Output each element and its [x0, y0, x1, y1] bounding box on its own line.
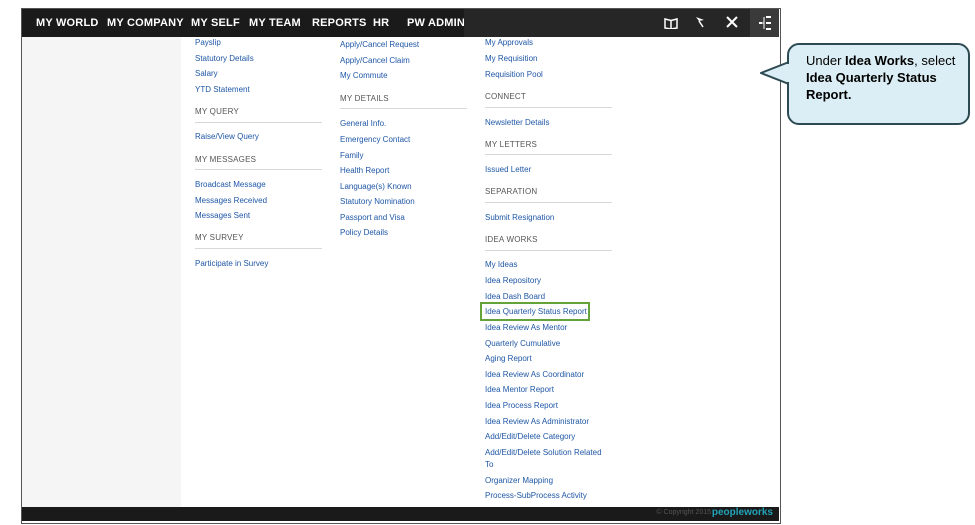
link-passport-and-visa[interactable]: Passport and Visa — [340, 213, 405, 222]
divider — [485, 154, 612, 155]
link-statutory-details[interactable]: Statutory Details — [195, 54, 254, 63]
link-policy-details[interactable]: Policy Details — [340, 228, 388, 237]
link-add-edit-delete-category[interactable]: Add/Edit/Delete Category — [485, 432, 575, 441]
top-nav: MY WORLD MY COMPANY MY SELF MY TEAM REPO… — [22, 9, 779, 37]
link-add-edit-delete-solution-related-to[interactable]: To — [485, 460, 493, 469]
link-emergency-contact[interactable]: Emergency Contact — [340, 135, 410, 144]
link-idea-repository[interactable]: Idea Repository — [485, 276, 541, 285]
divider — [485, 250, 612, 251]
link-raise-view-query[interactable]: Raise/View Query — [195, 132, 259, 141]
heading-connect: CONNECT — [485, 92, 526, 101]
link-my-approvals[interactable]: My Approvals — [485, 38, 533, 47]
heading-idea-works: IDEA WORKS — [485, 235, 538, 244]
nav-my-world[interactable]: MY WORLD — [36, 9, 99, 37]
nav-hr[interactable]: HR — [373, 9, 389, 37]
link-broadcast-message[interactable]: Broadcast Message — [195, 180, 266, 189]
copyright-text: © Copyright 2015 — [656, 509, 711, 516]
link-process-subprocess-activity[interactable]: Process-SubProcess Activity — [485, 491, 587, 500]
heading-my-letters: MY LETTERS — [485, 140, 538, 149]
link-participate-in-survey[interactable]: Participate in Survey — [195, 259, 268, 268]
link-quarterly-cumulative[interactable]: Quarterly Cumulative — [485, 339, 560, 348]
link-my-ideas[interactable]: My Ideas — [485, 260, 517, 269]
link-add-edit-delete-solution-related[interactable]: Add/Edit/Delete Solution Related — [485, 448, 602, 457]
nav-my-self[interactable]: MY SELF — [191, 9, 240, 37]
link-my-requisition[interactable]: My Requisition — [485, 54, 537, 63]
heading-my-details: MY DETAILS — [340, 94, 389, 103]
link-idea-dash-board[interactable]: Idea Dash Board — [485, 292, 545, 301]
link-aging-report[interactable]: Aging Report — [485, 354, 532, 363]
link-family[interactable]: Family — [340, 151, 364, 160]
callout-text-part: Under — [806, 53, 846, 68]
sitemap-icon[interactable] — [750, 9, 779, 37]
nav-icon-bar: ? — [464, 9, 779, 37]
book-icon[interactable] — [659, 9, 683, 37]
left-panel — [22, 37, 181, 507]
heading-my-messages: MY MESSAGES — [195, 155, 257, 164]
callout-bold-idea-works: Idea Works — [845, 53, 915, 68]
link-payslip[interactable]: Payslip — [195, 38, 221, 47]
divider — [485, 107, 612, 108]
link-idea-process-report[interactable]: Idea Process Report — [485, 401, 558, 410]
link-newsletter-details[interactable]: Newsletter Details — [485, 118, 549, 127]
link-apply-cancel-request[interactable]: Apply/Cancel Request — [340, 40, 419, 49]
callout-box: Under Idea Works, select Idea Quarterly … — [787, 43, 970, 125]
link-health-report[interactable]: Health Report — [340, 166, 389, 175]
link-issued-letter[interactable]: Issued Letter — [485, 165, 531, 174]
heading-my-query: MY QUERY — [195, 107, 239, 116]
highlight-box — [480, 302, 590, 321]
callout-pointer-cover — [787, 64, 790, 82]
nav-reports[interactable]: REPORTS — [312, 9, 367, 37]
link-requisition-pool[interactable]: Requisition Pool — [485, 70, 543, 79]
heading-my-survey: MY SURVEY — [195, 233, 244, 242]
link-my-commute[interactable]: My Commute — [340, 71, 388, 80]
footer: © Copyright 2015 peopleworks — [22, 507, 779, 521]
link-ytd-statement[interactable]: YTD Statement — [195, 85, 250, 94]
divider — [195, 248, 322, 249]
link-messages-sent[interactable]: Messages Sent — [195, 211, 250, 220]
link-organizer-mapping[interactable]: Organizer Mapping — [485, 476, 553, 485]
link-idea-mentor-report[interactable]: Idea Mentor Report — [485, 385, 554, 394]
link-idea-review-as-administrator[interactable]: Idea Review As Administrator — [485, 417, 589, 426]
link-languages-known[interactable]: Language(s) Known — [340, 182, 412, 191]
nav-my-team[interactable]: MY TEAM — [249, 9, 301, 37]
divider — [485, 202, 612, 203]
nav-pw-admin[interactable]: PW ADMIN — [407, 9, 465, 37]
link-apply-cancel-claim[interactable]: Apply/Cancel Claim — [340, 56, 410, 65]
heading-separation: SEPARATION — [485, 187, 538, 196]
nav-my-company[interactable]: MY COMPANY — [107, 9, 184, 37]
tools-icon[interactable] — [720, 9, 744, 37]
link-salary[interactable]: Salary — [195, 69, 218, 78]
link-idea-review-as-coordinator[interactable]: Idea Review As Coordinator — [485, 370, 584, 379]
link-general-info[interactable]: General Info. — [340, 119, 386, 128]
link-statutory-nomination[interactable]: Statutory Nomination — [340, 197, 415, 206]
link-submit-resignation[interactable]: Submit Resignation — [485, 213, 554, 222]
callout-text-part: , select — [914, 53, 956, 68]
link-idea-review-as-mentor[interactable]: Idea Review As Mentor — [485, 323, 567, 332]
link-messages-received[interactable]: Messages Received — [195, 196, 267, 205]
divider — [195, 169, 322, 170]
divider — [195, 122, 322, 123]
peopleworks-logo: peopleworks — [711, 507, 773, 518]
callout-bold-report-name: Idea Quarterly Status Report. — [806, 70, 937, 102]
flag-icon[interactable] — [688, 9, 712, 37]
divider — [340, 108, 467, 109]
callout-pointer — [760, 60, 790, 86]
callout-text: Under Idea Works, select Idea Quarterly … — [806, 52, 966, 103]
